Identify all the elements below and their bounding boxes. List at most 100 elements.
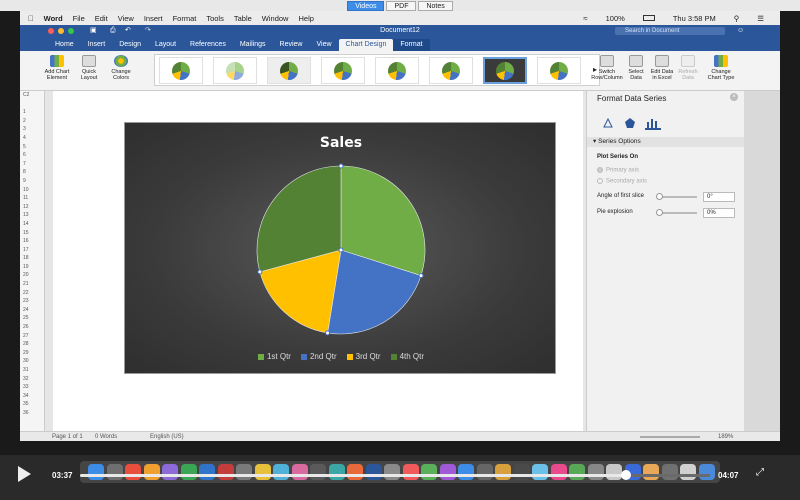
dock-app-icon[interactable] — [180, 464, 197, 480]
menu-window[interactable]: Window — [262, 14, 289, 23]
dock-app-icon[interactable] — [495, 464, 511, 480]
fullscreen-icon[interactable]: ⤢ — [756, 467, 764, 478]
angle-slider[interactable] — [656, 193, 697, 200]
dock-app-icon[interactable] — [643, 464, 659, 480]
chart-style-2[interactable] — [213, 57, 257, 84]
dock-app-icon[interactable] — [328, 464, 345, 480]
minimize-window-icon[interactable] — [58, 28, 64, 34]
dock-app-icon[interactable] — [106, 464, 123, 480]
page-count[interactable]: Page 1 of 1 — [52, 432, 83, 442]
dock-app-icon[interactable] — [698, 464, 715, 480]
dock-app-icon[interactable] — [587, 464, 604, 480]
redo-icon[interactable]: ↷ — [145, 25, 151, 37]
dock-app-icon[interactable] — [88, 464, 104, 480]
battery-icon[interactable] — [642, 15, 655, 21]
slider-knob[interactable] — [656, 193, 663, 200]
change-colors-button[interactable]: Change Colors — [108, 55, 134, 81]
refresh-data-button[interactable]: Refresh Data — [676, 55, 700, 81]
search-in-document-field[interactable]: Search in Document — [615, 27, 725, 35]
word-count[interactable]: 0 Words — [95, 432, 117, 442]
series-options-icon[interactable] — [645, 116, 661, 130]
switch-row-column-button[interactable]: Switch Row/Column — [590, 55, 624, 81]
menu-file[interactable]: File — [73, 14, 85, 23]
chart-style-7-selected[interactable] — [483, 57, 527, 84]
menu-tools[interactable]: Tools — [206, 14, 224, 23]
play-icon[interactable] — [18, 466, 31, 482]
dock-app-icon[interactable] — [532, 464, 548, 480]
zoom-window-icon[interactable] — [68, 28, 74, 34]
dock-app-icon[interactable] — [680, 464, 696, 480]
wifi-icon[interactable]: ≈ — [583, 14, 587, 23]
series-options-header[interactable]: ▾ Series Options — [587, 137, 745, 147]
chart-style-5[interactable] — [375, 57, 419, 84]
menu-format[interactable]: Format — [173, 14, 197, 23]
chart-legend[interactable]: 1st Qtr 2nd Qtr 3rd Qtr 4th Qtr — [125, 352, 557, 361]
dock-app-icon[interactable] — [476, 464, 493, 480]
tab-home[interactable]: Home — [48, 39, 81, 51]
tab-view[interactable]: View — [309, 39, 338, 51]
dock-app-icon[interactable] — [384, 464, 400, 480]
dock-app-icon[interactable] — [421, 464, 437, 480]
menu-insert[interactable]: Insert — [144, 14, 163, 23]
dock-app-icon[interactable] — [273, 464, 289, 480]
tab-chart-design[interactable]: Chart Design — [338, 39, 394, 51]
language[interactable]: English (US) — [150, 432, 184, 442]
fill-line-icon[interactable] — [601, 116, 617, 130]
dock-app-icon[interactable] — [606, 464, 622, 480]
undo-icon[interactable]: ↶ — [125, 25, 131, 37]
chart-style-8[interactable] — [537, 57, 581, 84]
effects-icon[interactable] — [623, 116, 639, 130]
dock-app-icon[interactable] — [254, 464, 271, 480]
menu-app-word[interactable]: Word — [44, 14, 63, 23]
dock-app-icon[interactable] — [125, 464, 141, 480]
dock-app-icon[interactable] — [236, 464, 252, 480]
tab-pdf[interactable]: PDF — [386, 0, 417, 11]
clock[interactable]: Thu 3:58 PM — [673, 14, 716, 23]
dock-app-icon[interactable] — [661, 464, 678, 480]
add-chart-element-button[interactable]: Add Chart Element — [42, 55, 72, 81]
edit-data-in-excel-button[interactable]: Edit Data in Excel — [648, 55, 676, 81]
close-window-icon[interactable] — [48, 28, 54, 34]
close-icon[interactable]: × — [730, 93, 738, 101]
selection-handle[interactable] — [325, 330, 331, 336]
menu-table[interactable]: Table — [234, 14, 252, 23]
menu-edit[interactable]: Edit — [95, 14, 108, 23]
dock-app-icon[interactable] — [458, 464, 474, 480]
dock-app-icon[interactable] — [513, 464, 530, 480]
share-icon[interactable]: ☺ — [737, 25, 744, 37]
quick-layout-button[interactable]: Quick Layout — [76, 55, 102, 81]
dock-app-icon[interactable] — [569, 464, 585, 480]
tab-references[interactable]: References — [183, 39, 233, 51]
selection-handle[interactable] — [257, 269, 263, 275]
tab-mailings[interactable]: Mailings — [233, 39, 273, 51]
chart-style-3[interactable] — [267, 57, 311, 84]
tab-design[interactable]: Design — [112, 39, 148, 51]
dock-app-icon[interactable] — [439, 464, 456, 480]
dock-app-icon[interactable] — [365, 464, 382, 480]
tab-format[interactable]: Format — [393, 39, 430, 51]
dock-app-icon[interactable] — [291, 464, 308, 480]
tab-review[interactable]: Review — [273, 39, 310, 51]
print-icon[interactable]: ⎙ — [110, 25, 116, 37]
dock-app-icon[interactable] — [143, 464, 160, 480]
chart-style-4[interactable] — [321, 57, 365, 84]
selection-handle[interactable] — [418, 273, 424, 279]
tab-notes[interactable]: Notes — [418, 0, 453, 11]
select-data-button[interactable]: Select Data — [624, 55, 648, 81]
dock-app-icon[interactable] — [217, 464, 234, 480]
secondary-axis-radio[interactable]: Secondary axis — [597, 178, 647, 185]
pie-chart[interactable]: Sales 1st Qtr 2nd Qtr 3rd Qtr 4th Qtr — [124, 122, 556, 374]
tab-layout[interactable]: Layout — [148, 39, 183, 51]
apple-icon[interactable]:  — [28, 14, 34, 23]
angle-stepper[interactable]: 0° — [703, 192, 735, 202]
tab-videos[interactable]: Videos — [347, 0, 385, 11]
tab-insert[interactable]: Insert — [81, 39, 113, 51]
selection-handle[interactable] — [338, 247, 344, 253]
zoom-slider[interactable] — [640, 436, 700, 438]
menu-list-icon[interactable]: ☰ — [757, 14, 764, 23]
dock-app-icon[interactable] — [162, 464, 178, 480]
explosion-stepper[interactable]: 0% — [703, 208, 735, 218]
slider-knob[interactable] — [656, 209, 663, 216]
explosion-slider[interactable] — [656, 209, 697, 216]
dock-app-icon[interactable] — [310, 464, 326, 480]
